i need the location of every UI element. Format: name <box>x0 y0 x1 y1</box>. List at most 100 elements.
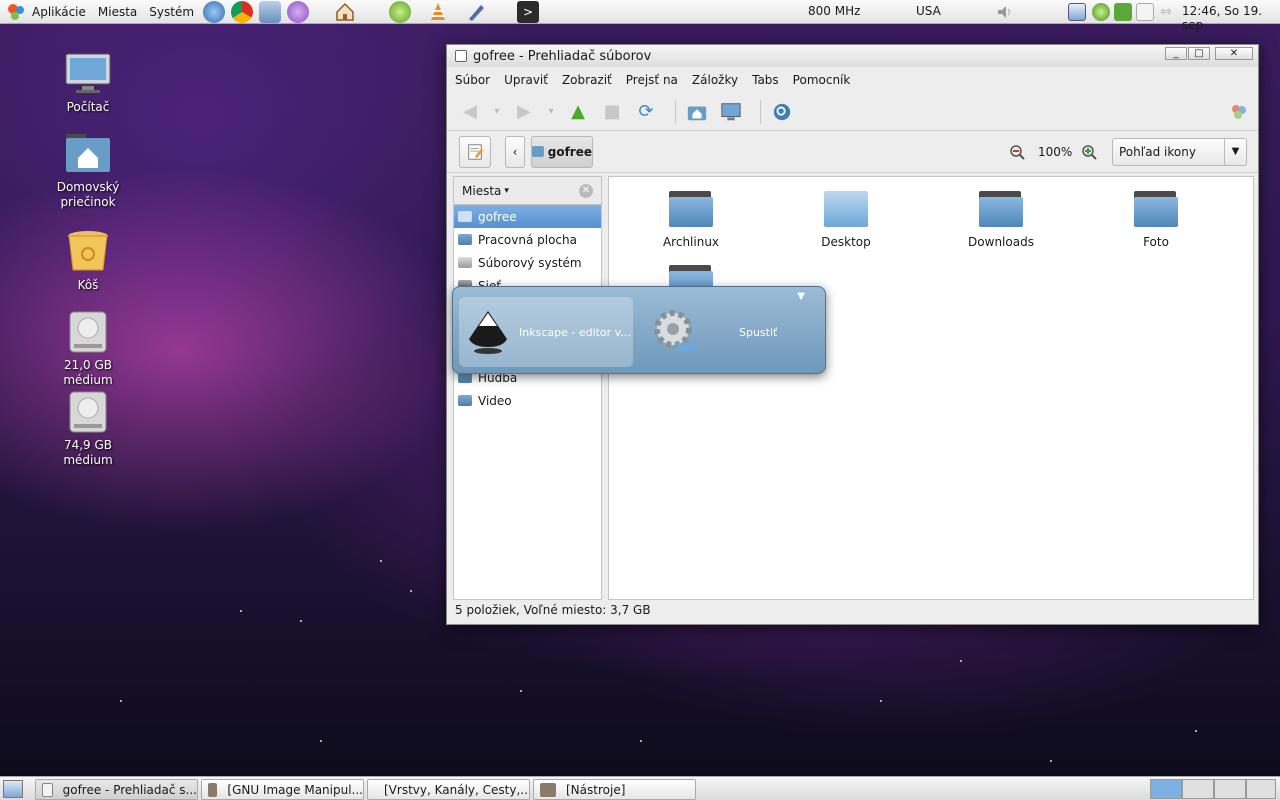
location-bar: ‹ gofree 100% Pohľad ikony ▼ <box>447 131 1258 173</box>
workspace-3[interactable] <box>1214 779 1246 799</box>
minimize-button[interactable]: _ <box>1165 47 1187 60</box>
run-gear-icon <box>649 307 699 357</box>
zoom-out-icon[interactable] <box>1009 144 1025 160</box>
view-mode-label: Pohľad ikony <box>1119 145 1196 159</box>
home-launcher-icon[interactable] <box>334 1 356 23</box>
editor-launcher-icon[interactable] <box>465 1 487 23</box>
menu-view[interactable]: Zobraziť <box>562 73 612 87</box>
search-icon[interactable] <box>769 99 795 125</box>
task-label: gofree - Prehliadač s... <box>62 782 197 797</box>
throbber-icon <box>1230 103 1248 121</box>
view-mode-select[interactable]: Pohľad ikony ▼ <box>1112 138 1247 166</box>
network-tray-icon[interactable] <box>1068 3 1086 21</box>
task-file-manager[interactable]: gofree - Prehliadač s... <box>35 779 198 800</box>
statusbar: 5 položiek, Voľné miesto: 3,7 GB <box>453 600 1253 620</box>
task-gimp-main[interactable]: [GNU Image Manipul... <box>201 779 364 800</box>
path-button-label: gofree <box>547 144 592 159</box>
up-arrow-icon[interactable]: ▲ <box>565 99 591 125</box>
close-sidebar-icon[interactable]: ✕ <box>579 184 593 198</box>
zoom-level[interactable]: 100% <box>1038 145 1072 159</box>
computer-icon[interactable] <box>718 99 744 125</box>
close-button[interactable]: ✕ <box>1215 47 1253 60</box>
show-desktop-icon[interactable] <box>3 780 23 798</box>
applications-logo-icon[interactable] <box>6 2 26 22</box>
toolbar-separator <box>760 99 761 124</box>
popup-item-label: Inkscape - editor v... <box>519 325 631 339</box>
sidebar-item-video[interactable]: Video <box>454 389 601 412</box>
clock[interactable]: 12:46, So 19. sep <box>1182 4 1280 32</box>
file-manager-icon <box>42 782 53 797</box>
back-arrow-icon[interactable]: ◀ <box>457 99 483 125</box>
home-icon[interactable] <box>684 99 710 125</box>
desktop-icon-computer[interactable]: Počítač <box>38 52 138 115</box>
sidebar-item-label: Pracovná plocha <box>478 232 577 247</box>
menu-help[interactable]: Pomocník <box>793 73 851 87</box>
arrows-tray-icon[interactable]: ⇔ <box>1157 3 1175 21</box>
workspace-1[interactable] <box>1150 779 1182 799</box>
menu-file[interactable]: Súbor <box>455 73 490 87</box>
forward-arrow-icon[interactable]: ▶ <box>511 99 537 125</box>
maximize-button[interactable]: □ <box>1188 47 1210 60</box>
task-gimp-tools[interactable]: [Nástroje] <box>533 779 696 800</box>
drive-icon <box>64 310 112 354</box>
menu-bookmarks[interactable]: Záložky <box>692 73 738 87</box>
status-text: 5 položiek, Voľné miesto: 3,7 GB <box>455 603 651 617</box>
menu-applications[interactable]: Aplikácie <box>32 5 86 19</box>
cpu-frequency: 800 MHz <box>808 4 861 18</box>
volume-icon[interactable] <box>996 3 1014 21</box>
home-folder-icon <box>532 146 544 157</box>
back-dropdown-icon[interactable]: ▾ <box>491 99 503 125</box>
home-folder-icon <box>458 211 472 222</box>
workspace-4[interactable] <box>1246 779 1276 799</box>
desktop-icon-label: 74,9 GB médium <box>63 438 113 467</box>
sidebar-item-label: Súborový systém <box>478 255 582 270</box>
desktop-icon-trash[interactable]: Kôš <box>38 230 138 293</box>
toolbar-separator <box>675 99 676 124</box>
vlc-launcher-icon[interactable] <box>427 1 449 23</box>
task-gimp-layers[interactable]: [Vrstvy, Kanály, Cesty,... <box>367 779 530 800</box>
desktop-icon-home[interactable]: Domovský priečinok <box>38 132 138 210</box>
desktop-icon-label: Počítač <box>66 100 110 114</box>
menu-tabs[interactable]: Tabs <box>752 73 779 87</box>
path-left-arrow[interactable]: ‹ <box>505 135 525 168</box>
window-title: gofree - Prehliadač súborov <box>473 48 652 64</box>
file-item-archlinux[interactable]: Archlinux <box>636 191 746 249</box>
chat-launcher-icon[interactable] <box>287 0 310 23</box>
chrome-launcher-icon[interactable] <box>231 0 254 23</box>
inkscape-icon <box>463 307 513 357</box>
player-tray-icon[interactable] <box>1092 3 1110 21</box>
update-tray-icon[interactable] <box>1114 3 1132 21</box>
file-item-foto[interactable]: Foto <box>1101 191 1211 249</box>
clipboard-tray-icon[interactable] <box>1136 3 1154 21</box>
menu-go[interactable]: Prejsť na <box>626 73 678 87</box>
keyboard-layout[interactable]: USA <box>916 4 941 18</box>
music-launcher-icon[interactable] <box>259 0 282 23</box>
forward-dropdown-icon[interactable]: ▾ <box>545 99 557 125</box>
popup-item-inkscape[interactable]: Inkscape - editor v... <box>459 297 633 367</box>
trash-icon <box>64 230 112 274</box>
file-item-desktop[interactable]: Desktop <box>791 191 901 249</box>
window-titlebar[interactable]: gofree - Prehliadač súborov _ □ ✕ <box>447 45 1258 67</box>
sidebar-item-filesystem[interactable]: Súborový systém <box>454 251 601 274</box>
menu-edit[interactable]: Upraviť <box>504 73 548 87</box>
terminal-launcher-icon[interactable]: > <box>517 0 539 23</box>
reload-icon[interactable]: ⟳ <box>633 99 659 125</box>
sidebar-header[interactable]: Miesta ▾ ✕ <box>454 177 601 205</box>
menu-places[interactable]: Miesta <box>98 5 137 19</box>
desktop-icon-drive-1[interactable]: 21,0 GB médium <box>38 310 138 388</box>
sidebar-item-gofree[interactable]: gofree <box>454 205 601 228</box>
workspace-2[interactable] <box>1182 779 1214 799</box>
folder-icon <box>669 191 713 227</box>
path-button-gofree[interactable]: gofree <box>531 135 593 168</box>
desktop-icon-drive-2[interactable]: 74,9 GB médium <box>38 390 138 468</box>
popup-item-run[interactable]: Spustiť <box>649 297 819 367</box>
toggle-location-entry-icon[interactable] <box>459 135 491 168</box>
sidebar-item-desktop[interactable]: Pracovná plocha <box>454 228 601 251</box>
media-player-launcher-icon[interactable] <box>389 0 411 23</box>
stop-icon[interactable]: ■ <box>599 99 625 125</box>
file-item-downloads[interactable]: Downloads <box>946 191 1056 249</box>
sidebar-item-label: gofree <box>478 209 517 224</box>
network-launcher-icon[interactable] <box>203 0 226 23</box>
menu-system[interactable]: Systém <box>149 5 194 19</box>
zoom-in-icon[interactable] <box>1081 144 1097 160</box>
